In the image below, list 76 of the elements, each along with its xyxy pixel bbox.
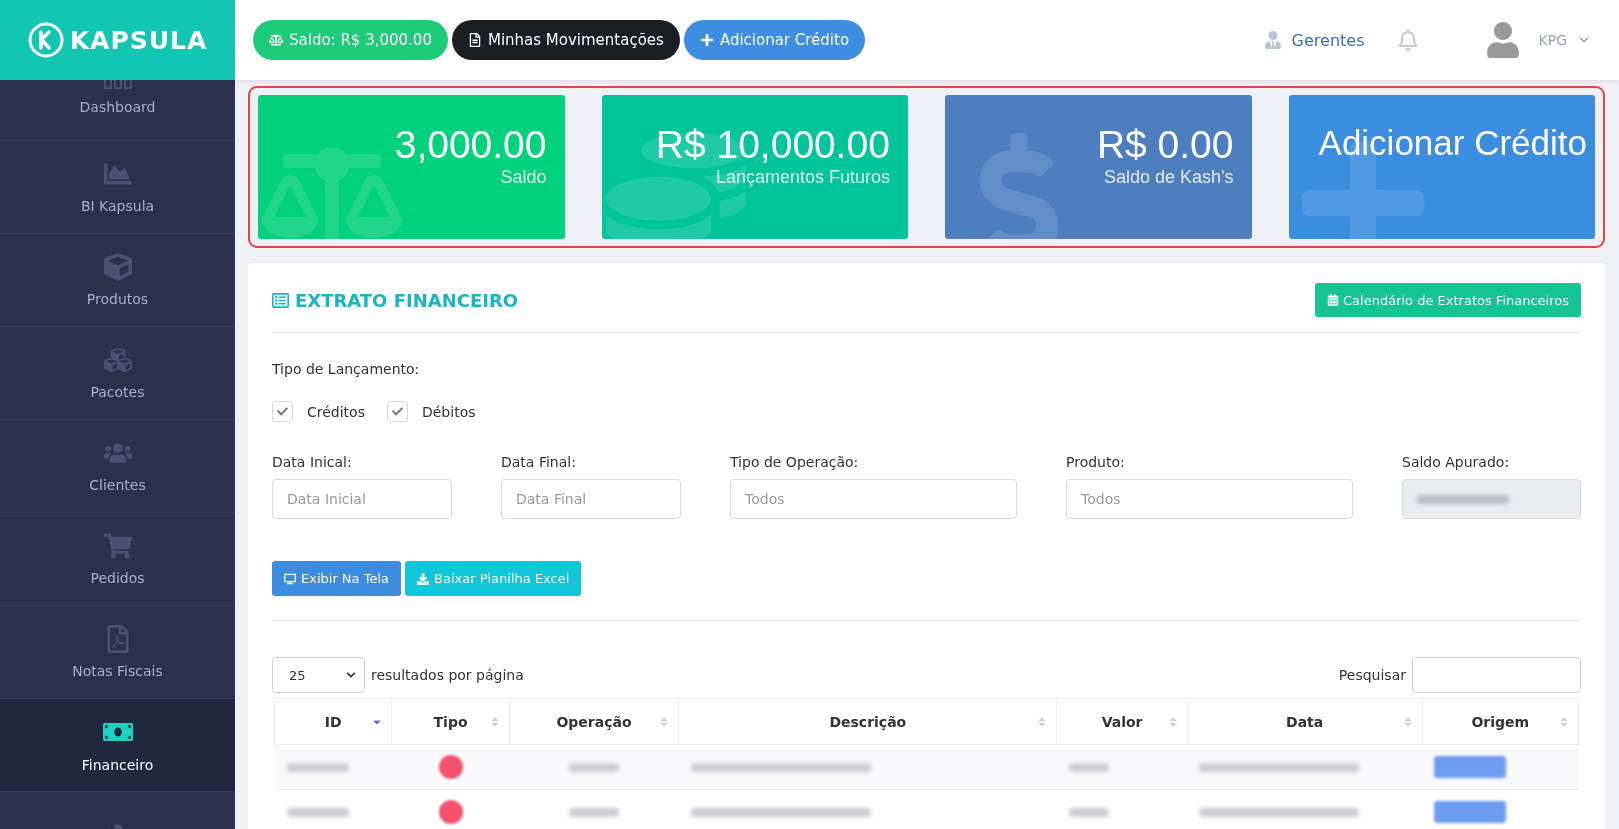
- avatar-icon[interactable]: [1484, 22, 1521, 58]
- bell-icon[interactable]: [1396, 29, 1419, 51]
- filter-label: Tipo de Lançamento:: [272, 361, 421, 377]
- cart-icon: [103, 532, 132, 560]
- sidebar-item[interactable]: Financeiro: [0, 699, 235, 792]
- blurred-badge: [1434, 756, 1506, 778]
- column-header[interactable]: Operação: [509, 698, 679, 745]
- sidebar-label: Notas Fiscais: [72, 663, 163, 679]
- card-label: Saldo de Kash's: [1103, 167, 1234, 188]
- column-header[interactable]: Origem: [1422, 698, 1579, 745]
- download-icon: [417, 572, 429, 585]
- column-header[interactable]: ID: [274, 698, 392, 745]
- field-label: Data Final:: [501, 454, 577, 470]
- chevron-icon: [346, 670, 356, 680]
- field-label: Tipo de Operação:: [730, 454, 860, 470]
- sidebar-label: Pedidos: [90, 570, 145, 586]
- field-label: Data Inical:: [272, 454, 353, 470]
- field-label: Produto:: [1066, 454, 1126, 470]
- check-icon: [391, 406, 403, 417]
- blurred-text: [286, 762, 349, 772]
- plus-icon: [699, 33, 714, 47]
- blurred-text: [568, 762, 619, 772]
- action-button[interactable]: Exibir Na Tela: [272, 561, 401, 596]
- column-header[interactable]: Descrição: [678, 698, 1057, 745]
- header-button[interactable]: Adicionar Crédito: [683, 20, 866, 60]
- blurred-text: [286, 807, 349, 817]
- stat-card[interactable]: Adicionar Crédito: [1288, 95, 1595, 239]
- checkbox[interactable]: [386, 401, 408, 422]
- panel-title: EXTRATO FINANCEIRO: [272, 289, 519, 311]
- checkbox[interactable]: [272, 401, 293, 422]
- checkbox-label[interactable]: Créditos: [307, 403, 365, 420]
- input-field[interactable]: Data Final: [501, 479, 681, 519]
- card-label: Saldo: [500, 167, 547, 188]
- scale-icon: [269, 33, 283, 47]
- card-value: 3,000.00: [394, 123, 547, 167]
- sidebar-item[interactable]: Dashboard: [0, 80, 235, 141]
- card-label: Lançamentos Futuros: [715, 167, 890, 188]
- blurred-text: [568, 807, 619, 817]
- check-icon: [277, 406, 288, 417]
- sidebar-label: BI Kapsula: [80, 198, 155, 214]
- page-size-select[interactable]: 25: [272, 657, 365, 693]
- card-value: R$ 10,000.00: [655, 123, 890, 167]
- chevron-icon[interactable]: [1579, 35, 1589, 45]
- field-label: Saldo Apurado:: [1402, 454, 1511, 470]
- card-value: R$ 0.00: [1096, 123, 1234, 167]
- document-icon: [467, 33, 482, 47]
- column-header[interactable]: Data: [1187, 698, 1422, 745]
- logo-text: KAPSULA: [69, 25, 208, 55]
- search-label: Pesquisar: [1338, 667, 1406, 683]
- blurred-text: [1068, 807, 1109, 817]
- header-button[interactable]: Minhas Movimentações: [451, 20, 680, 60]
- sidebar-label: Financeiro: [81, 757, 154, 773]
- input-field[interactable]: Todos: [730, 479, 1017, 519]
- card-value: Adicionar Crédito: [1318, 123, 1587, 163]
- blurred-text: [1068, 762, 1109, 772]
- tie-icon: [1263, 31, 1282, 49]
- sidebar-label: Pacotes: [90, 384, 145, 400]
- monitor-icon: [284, 572, 296, 585]
- managers-link[interactable]: Gerentes: [1263, 30, 1365, 50]
- sort-icon: [1558, 715, 1570, 728]
- calendar-icon: [1327, 294, 1340, 306]
- cube-icon: [103, 253, 132, 281]
- page-size-label: resultados por página: [371, 667, 524, 683]
- checkbox-label[interactable]: Débitos: [421, 403, 476, 420]
- cubes-icon: [103, 346, 132, 374]
- search-field[interactable]: [1412, 657, 1581, 693]
- list-icon: [272, 291, 289, 309]
- sidebar-label: Clientes: [89, 477, 146, 493]
- sidebar-label: Dashboard: [79, 99, 156, 115]
- column-header[interactable]: Valor: [1056, 698, 1188, 745]
- logo-icon: [27, 22, 64, 58]
- input-field[interactable]: Todos: [1066, 479, 1353, 519]
- sidebar-label: Produtos: [86, 291, 149, 307]
- blurred-badge: [1434, 801, 1506, 823]
- column-header[interactable]: Tipo: [391, 698, 510, 745]
- input-field[interactable]: Data Inicial: [272, 479, 452, 519]
